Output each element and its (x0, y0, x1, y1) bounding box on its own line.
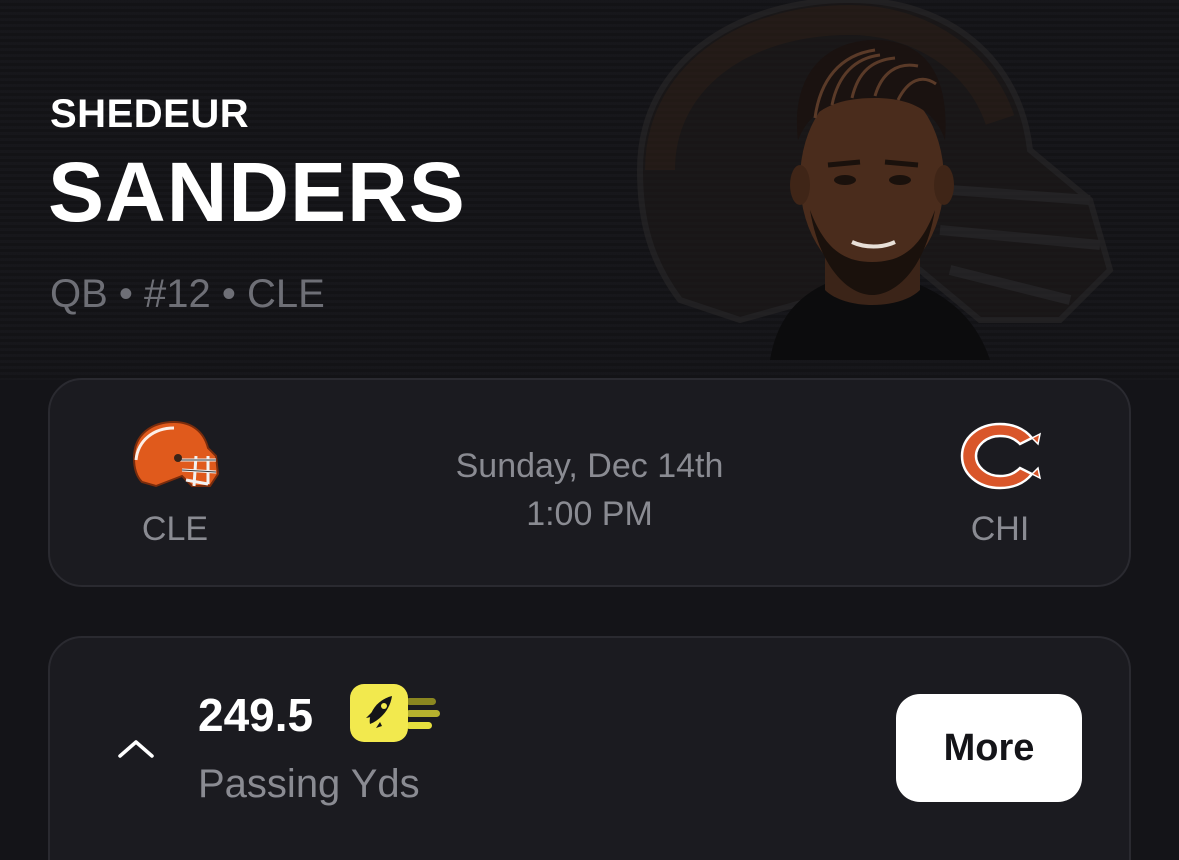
prop-line-value: 249.5 (198, 689, 314, 741)
away-team-abbr: CHI (970, 510, 1030, 548)
away-team[interactable]: CHI (935, 420, 1065, 549)
player-photo (636, 0, 1114, 360)
player-meta: QB • #12 • CLE (50, 272, 325, 316)
player-last-name: SANDERS (48, 145, 466, 239)
prop-card[interactable]: 249.5 Passing Yds More (48, 636, 1131, 860)
bears-c-logo-icon (960, 422, 1042, 490)
prop-stat-label: Passing Yds (198, 762, 420, 806)
more-button[interactable]: More (896, 694, 1082, 802)
rocket-boost-icon (350, 684, 440, 742)
game-info-card[interactable]: CLE Sunday, Dec 14th 1:00 PM CHI (48, 378, 1131, 587)
player-first-name: SHEDEUR (50, 92, 250, 136)
chevron-up-icon[interactable] (116, 736, 156, 760)
